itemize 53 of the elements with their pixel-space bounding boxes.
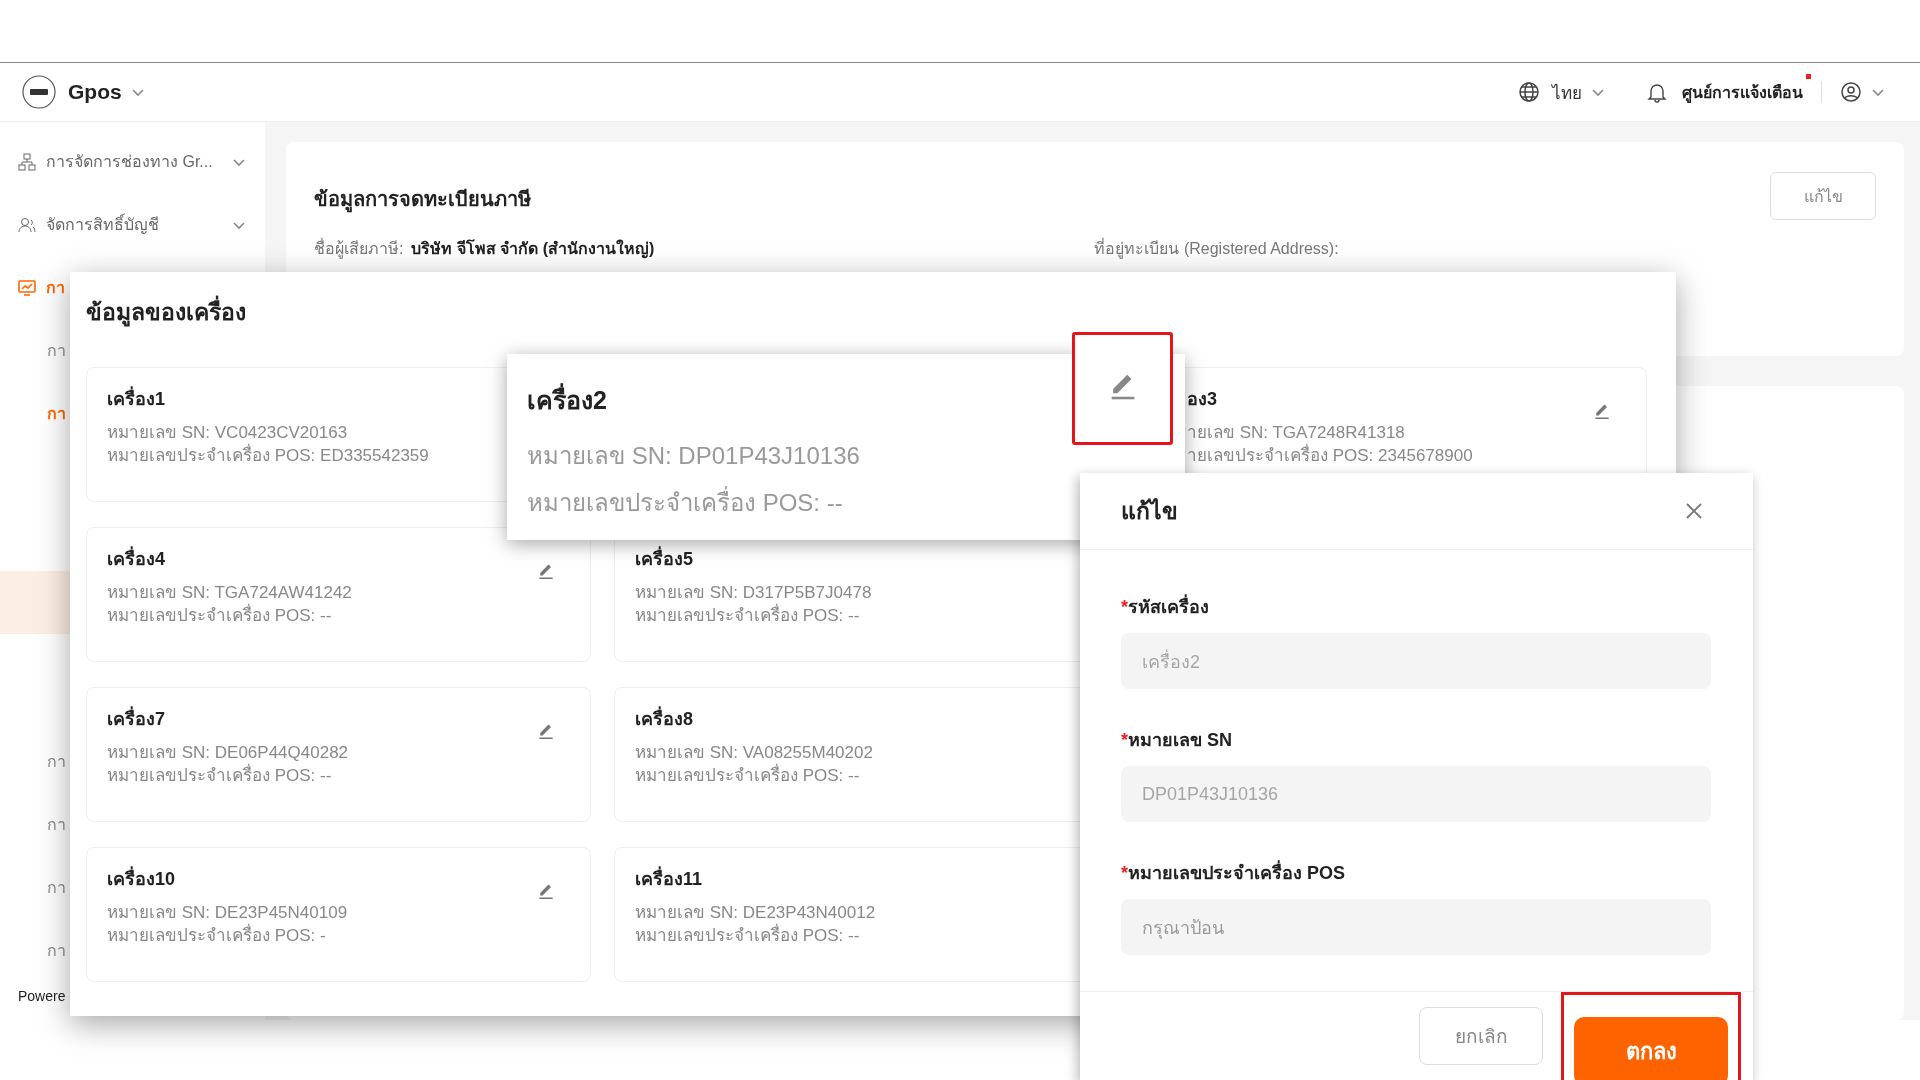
sidebar-item[interactable]: กา [0, 256, 70, 319]
sidebar-subitem[interactable]: กา [0, 382, 70, 445]
serial-number: หมายเลข SN: DE23P43N40012 [635, 903, 876, 923]
bell-icon[interactable] [1646, 81, 1668, 103]
monitor-chart-icon [18, 278, 36, 297]
serial-number: หมายเลข SN: DE23P45N40109 [107, 903, 348, 923]
device-name: เครื่อง2 [527, 380, 607, 420]
logo-icon[interactable] [22, 75, 56, 109]
field-label: ชื่อผู้เสียภาษี: [314, 237, 404, 261]
powered-by-text: Powere [18, 988, 66, 1004]
input-field[interactable]: กรุณาป้อน [1121, 899, 1711, 955]
user-avatar-icon[interactable] [1840, 81, 1862, 103]
device-name: อง3 [1187, 388, 1217, 410]
edit-button[interactable]: แก้ไข [1770, 172, 1876, 220]
device-name: เครื่อง11 [635, 868, 703, 890]
card-title: ข้อมูลการจดทะเบียนภาษี [314, 183, 531, 215]
serial-number: หมายเลข SN: DP01P43J10136 [527, 441, 860, 471]
sidebar-item[interactable]: การจัดการช่องทาง Gr... [0, 130, 265, 193]
device-name: เครื่อง5 [635, 548, 693, 570]
serial-number: หมายเลข SN: D317P5B7J0478 [635, 583, 872, 603]
sidebar-subitem[interactable]: กา [0, 793, 70, 856]
field-label: ที่อยู่ทะเบียน (Registered Address): [1094, 237, 1339, 261]
device-name: เครื่อง7 [107, 708, 165, 730]
device-name: เครื่อง10 [107, 868, 176, 890]
device-name: เครื่อง8 [635, 708, 693, 730]
field-label: *หมายเลขประจำเครื่อง POS [1121, 858, 1346, 887]
serial-number: หมายเลข SN: VA08255M40202 [635, 743, 873, 763]
pos-number: หมายเลขประจำเครื่อง POS: -- [527, 483, 843, 522]
sidebar-subitem[interactable]: กา [0, 919, 70, 982]
serial-number: หมายเลข SN: VC0423CV20163 [107, 423, 348, 443]
dialog-title: แก้ไข [1121, 497, 1178, 526]
sidebar-subitem[interactable]: กา [0, 856, 70, 919]
globe-icon[interactable] [1518, 81, 1540, 103]
panel-title: ข้อมูลของเครื่อง [86, 294, 1660, 330]
cancel-button[interactable]: ยกเลิก [1419, 1007, 1543, 1065]
ok-button[interactable]: ตกลง [1574, 1017, 1728, 1080]
brand-name[interactable]: Gpos [68, 80, 122, 104]
serial-number: หมายเลข SN: DE06P44Q40282 [107, 743, 349, 763]
device-name: เครื่อง1 [107, 388, 165, 410]
hierarchy-icon [18, 152, 36, 171]
notification-center-link[interactable]: ศูนย์การแจ้งเตือน [1682, 79, 1803, 105]
device-name: เครื่อง4 [107, 548, 165, 570]
language-selector[interactable]: ไทย [1552, 78, 1582, 106]
serial-number: หมายเลข SN: TGA724AW41242 [107, 583, 352, 603]
close-icon[interactable] [1685, 502, 1703, 520]
users-icon [18, 215, 36, 234]
sidebar-subitem[interactable]: กา [0, 319, 70, 382]
field-value: บริษัท จีโพส จำกัด (สำนักงานใหญ่) [411, 238, 655, 261]
sidebar-subitem[interactable]: กา [0, 730, 70, 793]
serial-number: ายเลข SN: TGA7248R41318 [1187, 423, 1405, 443]
sidebar-item[interactable]: จัดการสิทธิ์บัญชี [0, 193, 265, 256]
field-label: *หมายเลข SN [1121, 729, 1233, 752]
field-label: *รหัสเครื่อง [1121, 592, 1209, 621]
